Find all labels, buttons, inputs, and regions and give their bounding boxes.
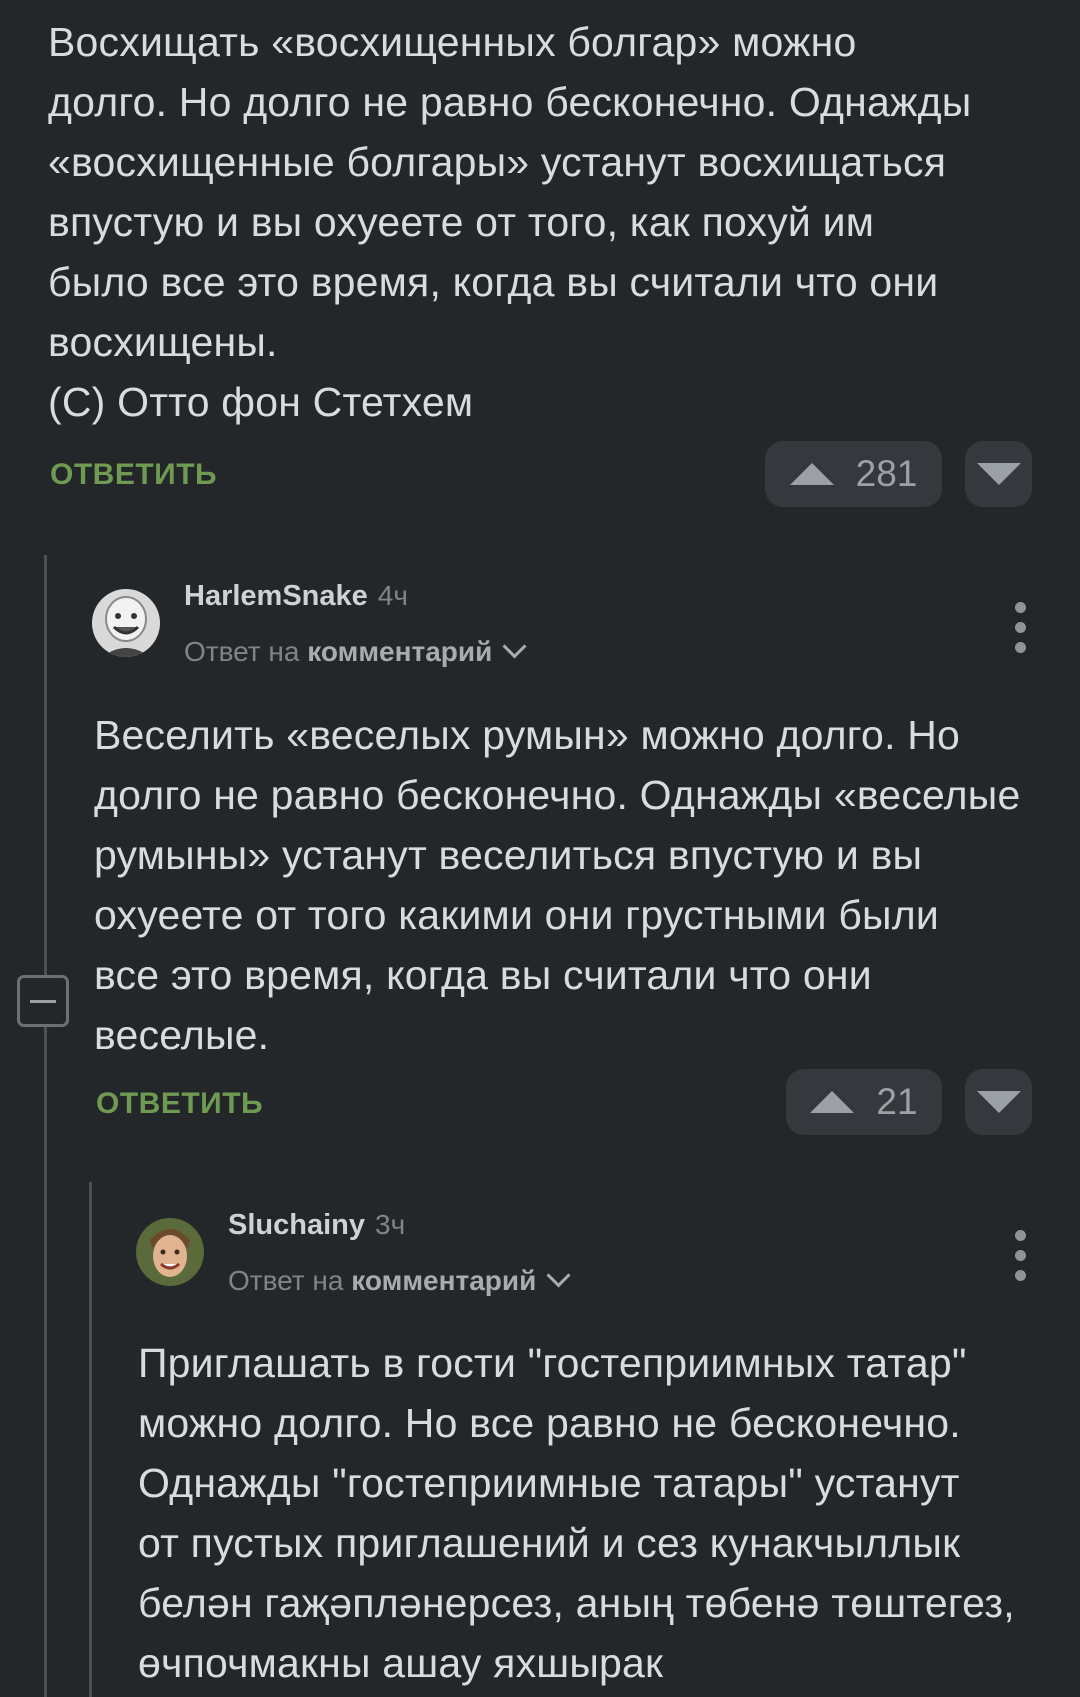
comment-time: 3ч [375, 1209, 406, 1240]
chevron-down-icon[interactable] [546, 1263, 571, 1288]
avatar[interactable] [92, 589, 160, 657]
comment-time: 4ч [377, 580, 408, 611]
reply-target[interactable]: комментарий [307, 636, 492, 667]
thread-line[interactable] [44, 1027, 47, 1697]
rating-count: 281 [855, 453, 918, 494]
downvote-button[interactable] [965, 441, 1032, 507]
comment-line: (С) Отто фон Стетхем [48, 379, 474, 425]
comment-line: восхищены. [48, 319, 278, 365]
username[interactable]: HarlemSnake 4ч [184, 580, 408, 613]
comment-line: от пустых приглашений и сез кунакчыллык [138, 1520, 961, 1566]
upvote-button[interactable]: 281 [765, 441, 942, 507]
comment-line: веселые. [94, 1012, 270, 1058]
chevron-down-icon[interactable] [502, 634, 527, 659]
reply-to-link[interactable]: Ответ на комментарий [228, 1263, 571, 1297]
comment-line: Однажды "гостеприимные татары" устанут [138, 1460, 960, 1506]
arrow-up-icon [789, 463, 834, 485]
upvote-button[interactable]: 21 [786, 1069, 942, 1135]
arrow-down-icon [976, 463, 1021, 485]
reply-prefix: Ответ на [184, 636, 300, 667]
thread-line[interactable] [44, 555, 47, 975]
arrow-up-icon [810, 1091, 855, 1113]
comment-line: можно долго. Но все равно не бесконечно. [138, 1400, 961, 1446]
comment-1-body: Восхищать «восхищенных болгар» можно дол… [48, 12, 1048, 432]
comment-line: Восхищать «восхищенных болгар» можно [48, 19, 857, 65]
downvote-button[interactable] [965, 1069, 1032, 1135]
reply-target[interactable]: комментарий [351, 1265, 536, 1296]
comment-3-body: Приглашать в гости "гостеприимных татар"… [138, 1333, 1068, 1693]
comment-2-body: Веселить «веселых румын» можно долго. Но… [94, 705, 1064, 1065]
collapse-thread-button[interactable] [17, 975, 69, 1027]
comment-line: впустую и вы охуеете от того, как похуй … [48, 199, 875, 245]
minus-icon [30, 999, 56, 1003]
thread-line[interactable] [89, 1182, 92, 1697]
reply-button[interactable]: ОТВЕТИТЬ [96, 1087, 263, 1121]
username-text[interactable]: HarlemSnake [184, 580, 368, 612]
username-text[interactable]: Sluchainy [228, 1209, 365, 1241]
comment-line: долго не равно бесконечно. Однажды «весе… [94, 772, 1021, 818]
reply-button[interactable]: ОТВЕТИТЬ [50, 458, 217, 492]
comment-line: охуеете от того какими они грустными был… [94, 892, 939, 938]
username[interactable]: Sluchainy 3ч [228, 1209, 405, 1242]
comment-line: румыны» устанут веселиться впустую и вы [94, 832, 923, 878]
reply-to-link[interactable]: Ответ на комментарий [184, 634, 527, 668]
reply-prefix: Ответ на [228, 1265, 344, 1296]
arrow-down-icon [976, 1091, 1021, 1113]
comment-line: долго. Но долго не равно бесконечно. Одн… [48, 79, 972, 125]
more-options-icon[interactable] [1015, 602, 1027, 662]
avatar[interactable] [136, 1218, 204, 1286]
comment-line: «восхищенные болгары» устанут восхищатьс… [48, 139, 947, 185]
more-options-icon[interactable] [1015, 1230, 1027, 1290]
comment-line: Веселить «веселых румын» можно долго. Но [94, 712, 961, 758]
comment-line: все это время, когда вы считали что они [94, 952, 872, 998]
comment-line: белән гаҗәпләнерсез, аның төбенә төштеге… [138, 1580, 1015, 1626]
comment-line: өчпочмакны ашау яхшырак [138, 1640, 664, 1686]
comment-line: Приглашать в гости "гостеприимных татар" [138, 1340, 967, 1386]
rating-count: 21 [876, 1081, 918, 1122]
comment-line: было все это время, когда вы считали что… [48, 259, 939, 305]
